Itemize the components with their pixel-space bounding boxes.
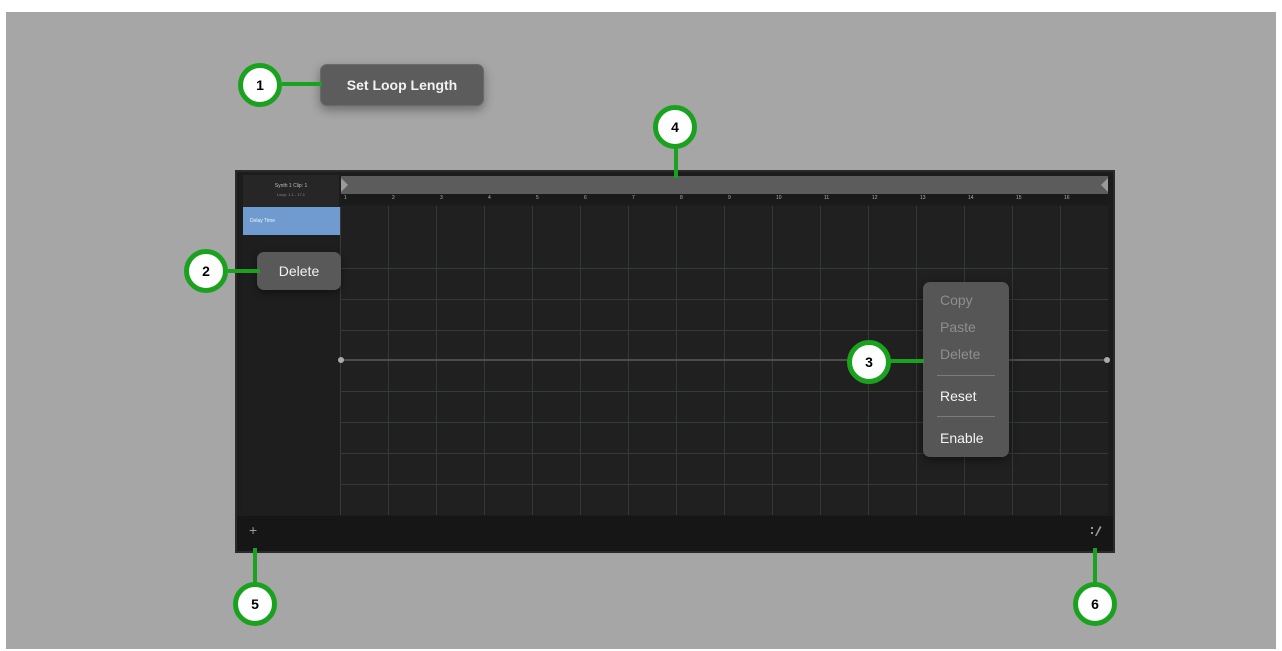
callout-leader [228,269,260,273]
delete-parameter-button[interactable]: Delete [257,252,341,290]
bar-number: 16 [1064,195,1070,201]
grid-line [341,268,1108,269]
bar-number: 4 [488,195,491,201]
bar-number: 3 [440,195,443,201]
set-loop-length-button[interactable]: Set Loop Length [320,64,484,106]
bar-number: 10 [776,195,782,201]
bar-number: 6 [584,195,587,201]
automation-point-end[interactable] [1104,357,1110,363]
callout-2: 2 [184,249,228,293]
track-subtitle: Loop: 1.1 - 17.1 [276,192,306,197]
bar-number: 8 [680,195,683,201]
loop-start-handle-icon[interactable] [341,178,348,192]
bar-number: 2 [392,195,395,201]
bar-number: 11 [824,195,830,201]
menu-item-copy[interactable]: Copy [940,292,973,308]
callout-1: 1 [238,63,282,107]
callout-5: 5 [233,582,277,626]
bar-number: 15 [1016,195,1022,201]
track-title: Synth 1 Clip: 1 [274,183,308,189]
loop-region-bar[interactable] [341,176,1108,194]
bar-number: 5 [536,195,539,201]
bottom-toolbar [237,516,1113,551]
timeline-ruler[interactable]: 1 2 3 4 5 6 7 8 9 10 11 12 13 14 15 16 [341,176,1108,204]
bar-number: 7 [632,195,635,201]
callout-leader [674,146,678,178]
menu-item-enable[interactable]: Enable [940,430,984,446]
bar-number: 1 [344,195,347,201]
bar-number: 9 [728,195,731,201]
callout-leader [888,359,924,363]
track-header: Synth 1 Clip: 1 Loop: 1.1 - 17.1 [243,175,339,208]
callout-4: 4 [653,105,697,149]
loop-end-handle-icon[interactable] [1101,178,1108,192]
bar-numbers: 1 2 3 4 5 6 7 8 9 10 11 12 13 14 15 16 [341,194,1108,204]
callout-6: 6 [1073,582,1117,626]
automation-point-start[interactable] [338,357,344,363]
context-menu: Copy Paste Delete Reset Enable [923,282,1009,457]
bar-number: 12 [872,195,878,201]
menu-divider [937,416,995,417]
callout-leader [282,82,322,86]
automation-settings-icon[interactable] [1089,524,1103,538]
menu-item-delete[interactable]: Delete [940,346,980,362]
menu-item-paste[interactable]: Paste [940,319,976,335]
parameter-item-delay-time[interactable]: Delay Time [243,207,340,235]
add-parameter-icon[interactable]: + [249,522,257,538]
menu-item-reset[interactable]: Reset [940,388,977,404]
menu-divider [937,375,995,376]
bar-number: 14 [968,195,974,201]
grid-line [341,484,1108,485]
parameter-label: Delay Time [250,218,276,224]
callout-3: 3 [847,340,891,384]
bar-number: 13 [920,195,926,201]
